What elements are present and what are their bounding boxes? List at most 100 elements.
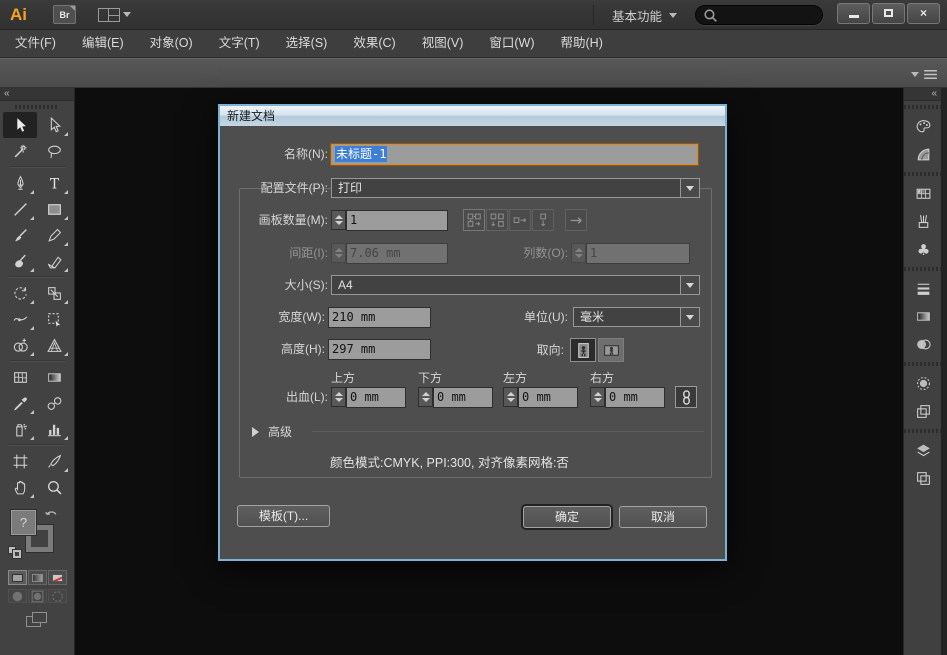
grid-by-column-button[interactable] <box>486 209 508 231</box>
orientation-portrait-button[interactable] <box>570 338 596 362</box>
minimize-button[interactable] <box>837 3 870 24</box>
bleed-bottom-input[interactable]: 0 mm <box>433 387 493 408</box>
layers-panel-button[interactable] <box>904 436 942 464</box>
gradient-panel-button[interactable] <box>904 302 942 330</box>
width-tool[interactable] <box>3 306 37 332</box>
artboards-stepper[interactable] <box>331 210 346 230</box>
slice-tool[interactable] <box>37 448 71 474</box>
menu-select[interactable]: 选择(S) <box>273 30 341 57</box>
brushes-panel-button[interactable] <box>904 207 942 235</box>
graphic-styles-panel-button[interactable] <box>904 397 942 425</box>
blob-brush-tool[interactable] <box>3 248 37 274</box>
menu-edit[interactable]: 编辑(E) <box>69 30 137 57</box>
direct-selection-tool[interactable] <box>37 112 71 138</box>
menu-type[interactable]: 文字(T) <box>206 30 273 57</box>
free-transform-tool[interactable] <box>37 306 71 332</box>
rectangle-tool[interactable] <box>37 196 71 222</box>
bleed-left-input[interactable]: 0 mm <box>518 387 578 408</box>
magic-wand-tool[interactable] <box>3 138 37 164</box>
bleed-left-stepper[interactable] <box>503 387 518 407</box>
draw-inside-button[interactable] <box>48 589 67 603</box>
type-tool[interactable]: T <box>37 170 71 196</box>
search-input[interactable] <box>723 9 819 21</box>
artboards-panel-button[interactable] <box>904 464 942 492</box>
screen-mode-button[interactable] <box>24 611 50 631</box>
line-tool[interactable] <box>3 196 37 222</box>
color-panel-button[interactable] <box>904 112 942 140</box>
menu-file[interactable]: 文件(F) <box>2 30 69 57</box>
swatches-panel-button[interactable] <box>904 179 942 207</box>
fill-color-swatch[interactable]: ? <box>10 509 37 536</box>
bleed-right-input[interactable]: 0 mm <box>605 387 665 408</box>
symbols-panel-button[interactable]: ♣ <box>904 235 942 263</box>
size-select[interactable]: A4 <box>331 275 700 295</box>
profile-select[interactable]: 打印 <box>331 178 700 198</box>
grid-by-row-button[interactable] <box>463 209 485 231</box>
width-input[interactable]: 210 mm <box>328 307 431 328</box>
tools-panel-grip[interactable] <box>15 105 59 109</box>
symbol-sprayer-tool[interactable] <box>3 416 37 442</box>
draw-behind-button[interactable] <box>28 589 47 603</box>
units-select[interactable]: 毫米 <box>573 307 700 327</box>
color-guide-panel-button[interactable] <box>904 140 942 168</box>
close-button[interactable]: × <box>907 3 940 24</box>
menu-effect[interactable]: 效果(C) <box>340 30 408 57</box>
control-bar-menu-button[interactable] <box>911 66 933 82</box>
advanced-label[interactable]: 高级 <box>268 422 328 443</box>
layout-direction-button[interactable] <box>565 209 587 231</box>
pen-tool[interactable] <box>3 170 37 196</box>
height-input[interactable]: 297 mm <box>328 339 431 360</box>
name-input[interactable]: 未标题-1 <box>331 144 698 165</box>
shape-builder-tool[interactable] <box>3 332 37 358</box>
menu-object[interactable]: 对象(O) <box>137 30 206 57</box>
orientation-landscape-button[interactable] <box>598 338 624 362</box>
fill-stroke-control[interactable]: ? <box>6 506 68 568</box>
bleed-top-stepper[interactable] <box>331 387 346 407</box>
cancel-button[interactable]: 取消 <box>619 506 707 528</box>
arrange-by-row-button[interactable] <box>509 209 531 231</box>
maximize-button[interactable] <box>872 3 905 24</box>
stroke-panel-button[interactable] <box>904 274 942 302</box>
bleed-bottom-stepper[interactable] <box>418 387 433 407</box>
template-button[interactable]: 模板(T)... <box>237 505 330 527</box>
ok-button[interactable]: 确定 <box>523 506 611 528</box>
arrange-by-column-button[interactable] <box>532 209 554 231</box>
tools-collapse-button[interactable]: « <box>0 88 74 101</box>
none-button[interactable] <box>48 570 67 585</box>
eraser-tool[interactable] <box>37 248 71 274</box>
menu-window[interactable]: 窗口(W) <box>476 30 547 57</box>
draw-normal-button[interactable] <box>8 589 27 603</box>
transparency-panel-button[interactable] <box>904 330 942 358</box>
rotate-tool[interactable] <box>3 280 37 306</box>
mesh-tool[interactable] <box>3 364 37 390</box>
menu-help[interactable]: 帮助(H) <box>548 30 616 57</box>
eyedropper-tool[interactable] <box>3 390 37 416</box>
zoom-tool[interactable] <box>37 474 71 500</box>
graph-tool[interactable] <box>37 416 71 442</box>
panels-collapse-button[interactable]: « <box>904 88 941 101</box>
bleed-top-input[interactable]: 0 mm <box>346 387 406 408</box>
bleed-link-button[interactable] <box>675 386 697 408</box>
default-fill-stroke-icon[interactable] <box>8 546 22 558</box>
advanced-expander-icon[interactable] <box>252 427 259 437</box>
pencil-tool[interactable] <box>37 222 71 248</box>
bleed-right-stepper[interactable] <box>590 387 605 407</box>
workspace-switcher[interactable]: 基本功能 <box>604 6 685 25</box>
gradient-tool[interactable] <box>37 364 71 390</box>
gradient-button[interactable] <box>28 570 47 585</box>
appearance-panel-button[interactable] <box>904 369 942 397</box>
perspective-grid-tool[interactable] <box>37 332 71 358</box>
color-button[interactable] <box>8 570 27 585</box>
menu-view[interactable]: 视图(V) <box>409 30 477 57</box>
scale-tool[interactable] <box>37 280 71 306</box>
lasso-tool[interactable] <box>37 138 71 164</box>
swap-fill-stroke-icon[interactable] <box>43 508 60 525</box>
search-box[interactable] <box>695 5 823 25</box>
paintbrush-tool[interactable] <box>3 222 37 248</box>
hand-tool[interactable] <box>3 474 37 500</box>
artboard-tool[interactable] <box>3 448 37 474</box>
artboards-input[interactable]: 1 <box>346 210 448 231</box>
blend-tool[interactable] <box>37 390 71 416</box>
bridge-button[interactable]: Br <box>53 5 76 24</box>
selection-tool[interactable] <box>3 112 37 138</box>
